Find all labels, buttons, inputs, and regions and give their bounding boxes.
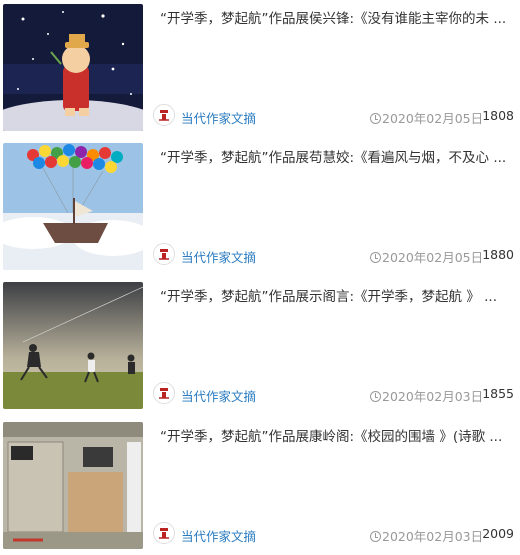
article-title[interactable]: “开学季，梦起航”作品展康岭阁:《校园的围墙 》(诗歌 ... — [160, 427, 510, 447]
author-avatar[interactable] — [153, 104, 175, 126]
author-link[interactable]: 当代作家文摘 — [181, 526, 256, 545]
date-text: 2020年02月03日 — [382, 389, 484, 404]
list-item[interactable]: “开学季，梦起航”作品展康岭阁:《校园的围墙 》(诗歌 ... 当代作家文摘 2… — [0, 422, 520, 552]
publish-date: 2020年02月05日 — [370, 247, 483, 266]
clock-icon — [370, 113, 381, 124]
author-avatar[interactable] — [153, 243, 175, 265]
article-list: “开学季，梦起航”作品展侯兴锋:《没有谁能主宰你的未 ... 当代作家文摘 20… — [0, 0, 520, 555]
date-text: 2020年02月03日 — [382, 529, 484, 544]
author-logo-icon — [154, 244, 174, 264]
author-logo-icon — [154, 105, 174, 125]
author-link[interactable]: 当代作家文摘 — [181, 386, 256, 405]
article-meta: 当代作家文摘 2020年02月05日 1808 — [153, 104, 518, 130]
clock-icon — [370, 531, 381, 542]
clock-icon — [370, 391, 381, 402]
article-thumbnail[interactable] — [3, 422, 143, 549]
list-item[interactable]: “开学季，梦起航”作品展示阁言:《开学季，梦起航 》 ... 当代作家文摘 20… — [0, 282, 520, 412]
list-item[interactable]: “开学季，梦起航”作品展苟慧姣:《看遍风与烟，不及心 ... 当代作家文摘 20… — [0, 143, 520, 273]
article-meta: 当代作家文摘 2020年02月03日 1855 — [153, 382, 518, 408]
publish-date: 2020年02月03日 — [370, 386, 483, 405]
publish-date: 2020年02月05日 — [370, 108, 483, 127]
list-item[interactable]: “开学季，梦起航”作品展侯兴锋:《没有谁能主宰你的未 ... 当代作家文摘 20… — [0, 4, 520, 134]
view-count: 2009 — [482, 526, 514, 541]
author-link[interactable]: 当代作家文摘 — [181, 108, 256, 127]
view-count: 1855 — [482, 386, 514, 401]
article-title[interactable]: “开学季，梦起航”作品展苟慧姣:《看遍风与烟，不及心 ... — [160, 148, 510, 168]
date-text: 2020年02月05日 — [382, 111, 484, 126]
author-avatar[interactable] — [153, 382, 175, 404]
date-text: 2020年02月05日 — [382, 250, 484, 265]
snoopy-stars-image — [3, 4, 143, 131]
article-thumbnail[interactable] — [3, 282, 143, 409]
article-meta: 当代作家文摘 2020年02月03日 2009 — [153, 522, 518, 548]
article-thumbnail[interactable] — [3, 143, 143, 270]
view-count: 1880 — [482, 247, 514, 262]
author-avatar[interactable] — [153, 522, 175, 544]
article-title[interactable]: “开学季，梦起航”作品展示阁言:《开学季，梦起航 》 ... — [160, 287, 510, 307]
view-count: 1808 — [482, 108, 514, 123]
balloon-ship-image — [3, 143, 143, 270]
clock-icon — [370, 252, 381, 263]
article-title[interactable]: “开学季，梦起航”作品展侯兴锋:《没有谁能主宰你的未 ... — [160, 9, 510, 29]
author-logo-icon — [154, 523, 174, 543]
article-thumbnail[interactable] — [3, 4, 143, 131]
article-meta: 当代作家文摘 2020年02月05日 1880 — [153, 243, 518, 269]
author-logo-icon — [154, 383, 174, 403]
kids-kite-field-image — [3, 282, 143, 409]
publish-date: 2020年02月03日 — [370, 526, 483, 545]
classroom-wall-image — [3, 422, 143, 549]
author-link[interactable]: 当代作家文摘 — [181, 247, 256, 266]
